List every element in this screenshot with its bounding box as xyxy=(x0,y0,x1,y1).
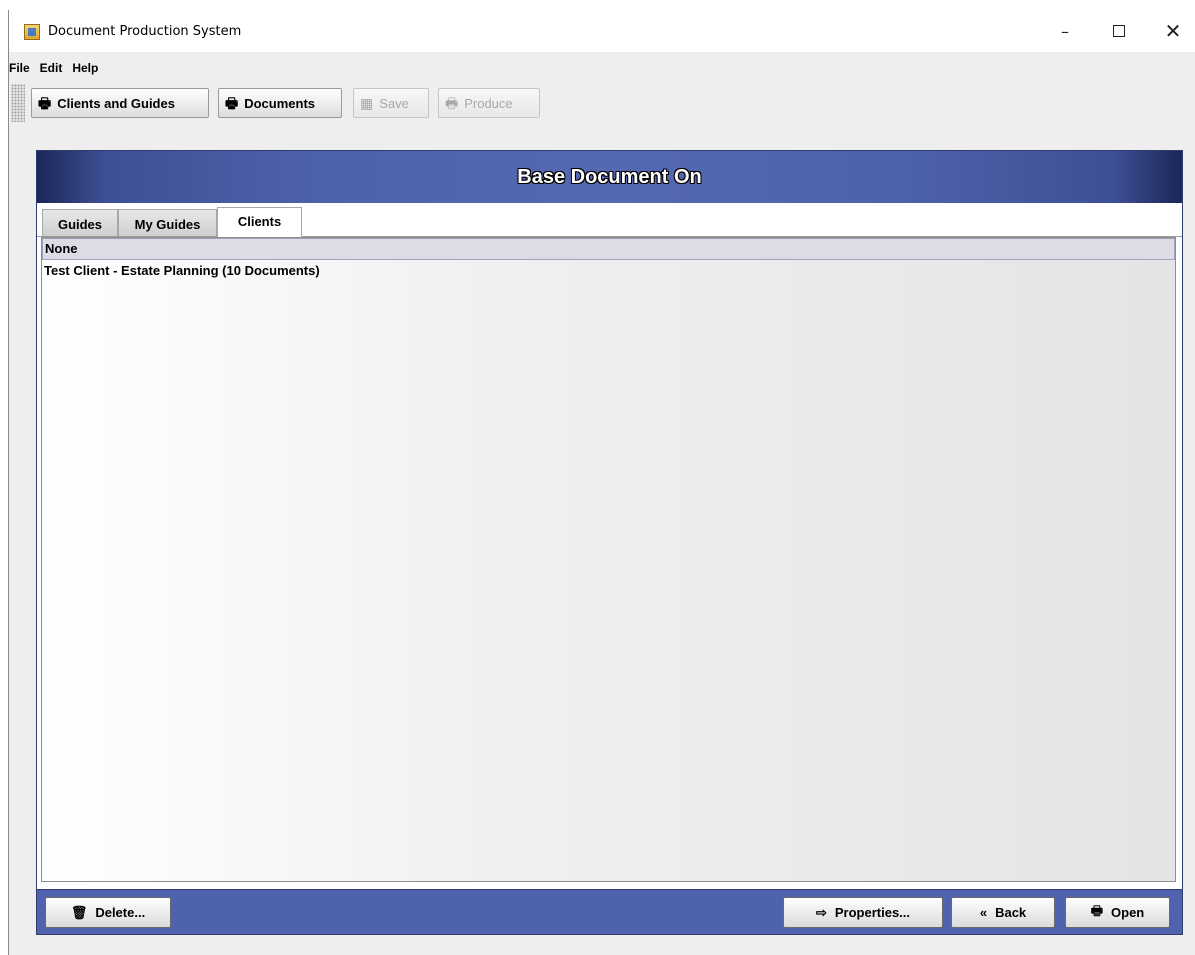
title-bar: Document Production System – ✕ xyxy=(9,10,1195,52)
open-label: Open xyxy=(1111,905,1145,920)
tab-guides[interactable]: Guides xyxy=(42,209,118,236)
panel-title: Base Document On xyxy=(517,165,702,188)
tab-my-guides[interactable]: My Guides xyxy=(118,209,217,236)
close-button[interactable]: ✕ xyxy=(1150,16,1195,46)
delete-label: Delete... xyxy=(95,905,146,920)
documents-label: Documents xyxy=(244,95,316,111)
base-document-panel: Base Document On Guides My Guides Client… xyxy=(36,150,1183,935)
produce-button[interactable]: 🖶 Produce xyxy=(438,88,540,118)
trash-icon: 🗑 xyxy=(70,904,88,920)
tab-clients-label: Clients xyxy=(237,214,282,229)
printer-icon: 🖶 xyxy=(225,95,239,111)
java-app-icon xyxy=(24,24,40,40)
menu-help[interactable]: Help xyxy=(67,61,103,75)
back-label: Back xyxy=(995,905,1027,920)
save-button[interactable]: ▦ Save xyxy=(353,88,429,118)
panel-header: Base Document On xyxy=(37,151,1182,203)
maximize-icon xyxy=(1113,25,1125,37)
open-button[interactable]: 🖶 Open xyxy=(1065,897,1170,928)
clients-and-guides-button[interactable]: 🖶 Clients and Guides xyxy=(31,88,209,118)
properties-icon: ⇨ xyxy=(815,904,827,920)
toolbar-grip-handle[interactable] xyxy=(11,84,25,122)
documents-button[interactable]: 🖶 Documents xyxy=(218,88,342,118)
tab-clients[interactable]: Clients xyxy=(217,207,302,237)
save-label: Save xyxy=(379,95,409,111)
maximize-button[interactable] xyxy=(1096,16,1142,46)
minimize-button[interactable]: – xyxy=(1042,16,1088,46)
back-button[interactable]: « Back xyxy=(951,897,1055,928)
properties-button[interactable]: ⇨ Properties... xyxy=(783,897,943,928)
list-item[interactable]: None xyxy=(42,238,1175,260)
menu-file[interactable]: File xyxy=(1,61,35,75)
tab-my-guides-label: My Guides xyxy=(134,217,201,232)
toolbar: 🖶 Clients and Guides 🖶 Documents ▦ Save … xyxy=(9,82,1195,126)
clients-list[interactable]: None Test Client - Estate Planning (10 D… xyxy=(41,237,1176,882)
clients-and-guides-label: Clients and Guides xyxy=(57,95,175,111)
printer-icon: 🖶 xyxy=(38,95,52,111)
tab-guides-label: Guides xyxy=(57,217,103,232)
properties-label: Properties... xyxy=(834,905,911,920)
produce-label: Produce xyxy=(464,95,513,111)
window-title: Document Production System xyxy=(48,24,242,39)
app-window: Document Production System – ✕ File Edit… xyxy=(8,10,1195,955)
back-icon: « xyxy=(979,905,988,920)
menu-edit[interactable]: Edit xyxy=(35,61,68,75)
list-item[interactable]: Test Client - Estate Planning (10 Docume… xyxy=(42,260,1175,282)
printer-icon: 🖶 xyxy=(1090,902,1104,918)
database-icon: ▦ xyxy=(360,95,374,111)
delete-button[interactable]: 🗑 Delete... xyxy=(45,897,171,928)
printer-icon: 🖶 xyxy=(445,95,459,111)
panel-footer: 🗑 Delete... ⇨ Properties... « Back 🖶 Ope… xyxy=(37,889,1182,934)
menu-bar: File Edit Help xyxy=(9,56,1195,80)
tab-strip: Guides My Guides Clients xyxy=(37,203,1182,237)
